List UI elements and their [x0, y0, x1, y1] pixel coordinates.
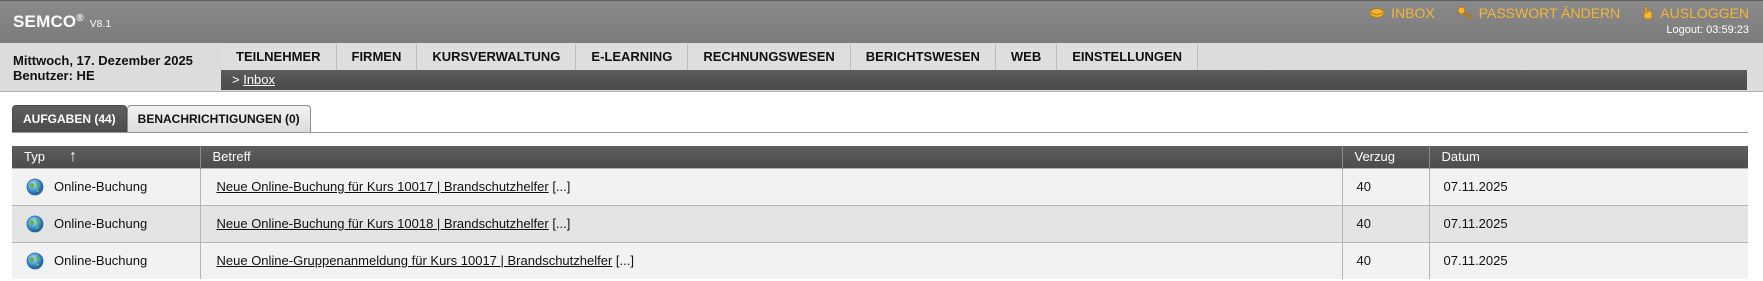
table-header-row: Typ ↑ Betreff Verzug Datum — [12, 146, 1748, 168]
app-logo: SEMCO® V8.1 — [13, 12, 111, 32]
row-more: [...] — [552, 216, 571, 231]
row-more: [...] — [552, 179, 571, 194]
row-datum: 07.11.2025 — [1429, 241, 1748, 279]
nav-item-e-learning[interactable]: E-LEARNING — [575, 44, 687, 70]
row-typ-cell: Online-Buchung — [12, 252, 200, 270]
row-datum: 07.11.2025 — [1429, 167, 1748, 205]
globe-icon — [26, 215, 44, 232]
registered-mark: ® — [76, 13, 84, 24]
current-user: Benutzer: HE — [13, 68, 95, 83]
column-header-verzug[interactable]: Verzug — [1342, 146, 1430, 168]
row-betreff-link[interactable]: Neue Online-Buchung für Kurs 10018 | Bra… — [217, 216, 549, 231]
row-verzug: 40 — [1342, 241, 1430, 279]
change-password-label: PASSWORT ÄNDERN — [1478, 5, 1621, 21]
user-info: Mittwoch, 17. Dezember 2025 Benutzer: HE — [13, 53, 193, 83]
column-header-betreff[interactable]: Betreff — [200, 146, 1343, 168]
row-betreff-link[interactable]: Neue Online-Gruppenanmeldung für Kurs 10… — [217, 253, 613, 268]
breadcrumb: > Inbox — [221, 70, 1747, 90]
row-more: [...] — [615, 253, 634, 269]
row-typ: Online-Buchung — [54, 253, 148, 269]
inbox-link[interactable]: INBOX — [1369, 5, 1435, 21]
current-date: Mittwoch, 17. Dezember 2025 — [13, 53, 193, 68]
app-version: V8.1 — [89, 19, 112, 30]
tab-benachrichtigungen[interactable]: BENACHRICHTIGUNGEN (0) — [126, 105, 311, 132]
row-typ: Online-Buchung — [54, 179, 148, 194]
main-nav: TEILNEHMER FIRMEN KURSVERWALTUNG E-LEARN… — [221, 44, 1199, 70]
inbox-icon — [1369, 8, 1385, 18]
row-verzug: 40 — [1342, 167, 1430, 205]
top-links: INBOX PASSWORT ÄNDERN AUSLOGGEN — [1369, 5, 1749, 21]
row-typ: Online-Buchung — [54, 216, 148, 231]
key-icon — [1457, 6, 1472, 20]
row-verzug: 40 — [1342, 204, 1430, 242]
logout-label: AUSLOGGEN — [1660, 5, 1749, 21]
nav-item-web[interactable]: WEB — [994, 44, 1056, 70]
row-typ-cell: Online-Buchung — [12, 178, 200, 196]
tab-aufgaben[interactable]: AUFGABEN (44) — [12, 105, 127, 132]
nav-item-rechnungswesen[interactable]: RECHNUNGSWESEN — [687, 44, 849, 70]
table-row[interactable]: Online-Buchung Neue Online-Buchung für K… — [12, 167, 1748, 205]
nav-item-berichtswesen[interactable]: BERICHTSWESEN — [849, 44, 995, 70]
logout-link[interactable]: AUSLOGGEN — [1642, 5, 1749, 21]
task-table: Typ ↑ Betreff Verzug Datum Online-Buchung… — [12, 146, 1748, 279]
column-header-datum[interactable]: Datum — [1429, 146, 1748, 168]
row-datum: 07.11.2025 — [1429, 204, 1748, 242]
column-header-typ[interactable]: Typ ↑ — [12, 146, 201, 168]
nav-item-teilnehmer[interactable]: TEILNEHMER — [221, 44, 336, 70]
breadcrumb-separator: > — [232, 72, 240, 87]
brand-name: SEMCO — [13, 12, 77, 31]
logout-timer: Logout: 03:59:23 — [1666, 24, 1749, 36]
globe-icon — [26, 178, 44, 195]
change-password-link[interactable]: PASSWORT ÄNDERN — [1457, 5, 1621, 21]
table-row[interactable]: Online-Buchung Neue Online-Buchung für K… — [12, 204, 1748, 242]
logout-hand-icon — [1643, 6, 1653, 20]
nav-item-kursverwaltung[interactable]: KURSVERWALTUNG — [416, 44, 575, 70]
tab-divider — [12, 132, 1748, 133]
top-header: SEMCO® V8.1 INBOX PASSWORT ÄNDERN AUSLOGG… — [0, 0, 1763, 43]
breadcrumb-inbox-link[interactable]: Inbox — [243, 72, 275, 87]
row-betreff-link[interactable]: Neue Online-Buchung für Kurs 10017 | Bra… — [217, 179, 549, 194]
table-row[interactable]: Online-Buchung Neue Online-Gruppenanmeld… — [12, 241, 1748, 279]
sort-ascending-icon: ↑ — [68, 147, 77, 165]
inbox-link-label: INBOX — [1391, 5, 1435, 21]
nav-item-firmen[interactable]: FIRMEN — [335, 44, 417, 70]
info-nav-row: Mittwoch, 17. Dezember 2025 Benutzer: HE… — [0, 43, 1763, 92]
row-typ-cell: Online-Buchung — [12, 215, 200, 233]
column-header-typ-label: Typ — [24, 148, 45, 164]
inbox-tabs: AUFGABEN (44) BENACHRICHTIGUNGEN (0) — [12, 105, 311, 132]
nav-item-einstellungen[interactable]: EINSTELLUNGEN — [1056, 44, 1199, 70]
globe-icon — [26, 252, 44, 270]
